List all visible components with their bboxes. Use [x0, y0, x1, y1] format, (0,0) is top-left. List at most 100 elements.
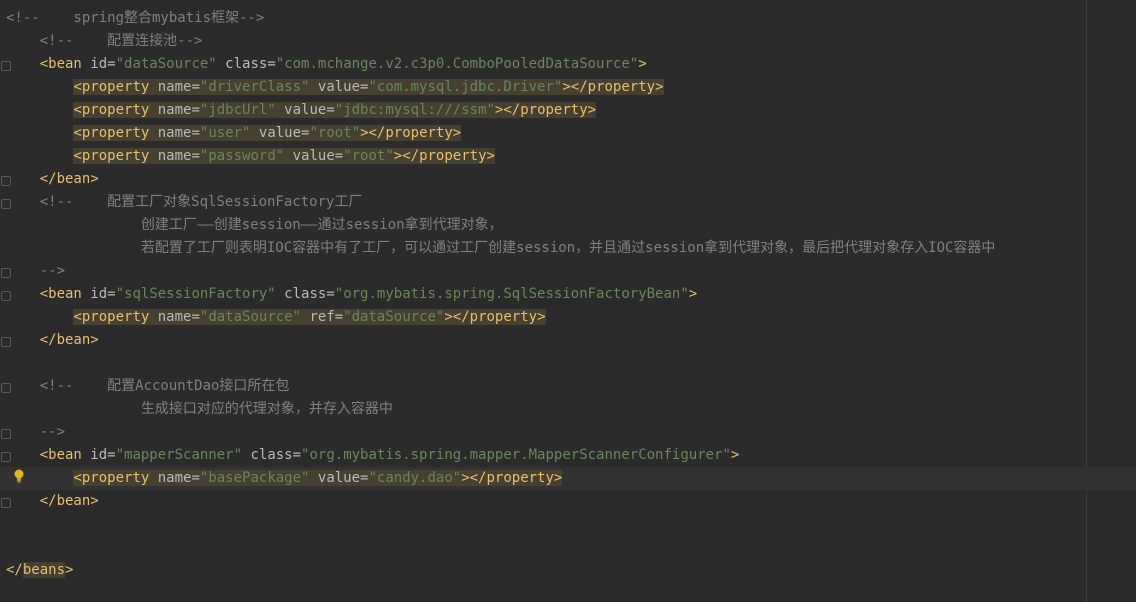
code-token: "jdbcUrl"	[199, 102, 276, 118]
code-token: 创建工厂——创建session——通过session拿到代理对象，	[6, 217, 503, 233]
code-line[interactable]: </bean>	[6, 490, 1136, 513]
code-token: name=	[157, 125, 200, 141]
code-token: class=	[216, 56, 276, 72]
code-token: "org.mybatis.spring.mapper.MapperScanner…	[301, 447, 731, 463]
code-line[interactable]: <bean id="dataSource" class="com.mchange…	[6, 53, 1136, 76]
code-token: name=	[157, 309, 200, 325]
code-line[interactable]: <property name="password" value="root"><…	[6, 145, 1136, 168]
code-token: "dataSource"	[343, 309, 445, 325]
code-line[interactable]: -->	[6, 260, 1136, 283]
code-line[interactable]: <!-- 配置连接池-->	[6, 30, 1136, 53]
code-token: name=	[157, 102, 200, 118]
code-token: "driverClass"	[199, 79, 310, 95]
code-token: <property	[73, 309, 158, 325]
code-token: "mapperScanner"	[115, 447, 243, 463]
code-token: <!-- 配置AccountDao接口所在包	[6, 378, 290, 394]
code-token: id=	[90, 286, 116, 302]
code-line[interactable]: 若配置了工厂则表明IOC容器中有了工厂，可以通过工厂创建session，并且通过…	[6, 237, 1136, 260]
code-token: -->	[6, 263, 66, 279]
code-token: -->	[6, 424, 66, 440]
code-token: value=	[309, 470, 369, 486]
code-token: <property	[73, 125, 158, 141]
code-token: name=	[157, 148, 200, 164]
code-token: ></property>	[393, 148, 495, 164]
code-line[interactable]: <!-- 配置AccountDao接口所在包	[6, 375, 1136, 398]
code-line[interactable]: 生成接口对应的代理对象，并存入容器中	[6, 398, 1136, 421]
code-area[interactable]: <!-- spring整合mybatis框架--> <!-- 配置连接池--> …	[0, 7, 1136, 582]
code-token: name=	[157, 470, 200, 486]
code-token: beans	[22, 562, 66, 578]
code-line[interactable]: <property name="dataSource" ref="dataSou…	[6, 306, 1136, 329]
code-token: name=	[157, 79, 200, 95]
code-token: "org.mybatis.spring.SqlSessionFactoryBea…	[334, 286, 689, 302]
code-line[interactable]: <!-- spring整合mybatis框架-->	[6, 7, 1136, 30]
code-token: ></property>	[494, 102, 597, 118]
code-line[interactable]: <property name="basePackage" value="cand…	[0, 467, 1136, 490]
code-token: >	[688, 286, 698, 302]
code-token: </bean>	[6, 171, 99, 187]
code-token: "dataSource"	[115, 56, 217, 72]
code-token: <!-- spring整合mybatis框架-->	[6, 10, 265, 26]
code-token: "com.mchange.v2.c3p0.ComboPooledDataSour…	[275, 56, 639, 72]
code-token: </	[6, 562, 23, 578]
code-line[interactable]: </bean>	[6, 168, 1136, 191]
code-token: >	[65, 562, 74, 578]
code-editor[interactable]: <!-- spring整合mybatis框架--> <!-- 配置连接池--> …	[0, 0, 1136, 602]
code-line[interactable]	[6, 536, 1136, 559]
code-token: "com.mysql.jdbc.Driver"	[368, 79, 563, 95]
code-token: "password"	[199, 148, 285, 164]
code-token: value=	[275, 102, 335, 118]
code-token: 生成接口对应的代理对象，并存入容器中	[6, 401, 393, 417]
code-token: </bean>	[6, 493, 99, 509]
code-token: <bean	[6, 56, 91, 72]
code-token: ></property>	[444, 309, 546, 325]
code-token: <property	[73, 470, 158, 486]
code-token: "jdbc:mysql:///ssm"	[334, 102, 495, 118]
code-token: <bean	[6, 447, 91, 463]
code-token: "user"	[199, 125, 251, 141]
code-token: <property	[73, 148, 158, 164]
code-line[interactable]: </bean>	[6, 329, 1136, 352]
code-line[interactable]: <property name="jdbcUrl" value="jdbc:mys…	[6, 99, 1136, 122]
code-line[interactable]: <bean id="sqlSessionFactory" class="org.…	[6, 283, 1136, 306]
code-token: <bean	[6, 286, 91, 302]
code-line[interactable]: <!-- 配置工厂对象SqlSessionFactory工厂	[6, 191, 1136, 214]
code-token: </bean>	[6, 332, 99, 348]
code-token: <!-- 配置连接池-->	[6, 33, 203, 49]
code-token: ref=	[301, 309, 344, 325]
code-token: id=	[90, 447, 116, 463]
code-line[interactable]: <bean id="mapperScanner" class="org.myba…	[6, 444, 1136, 467]
code-token: <property	[73, 102, 158, 118]
code-line[interactable]: 创建工厂——创建session——通过session拿到代理对象，	[6, 214, 1136, 237]
code-line[interactable]: <property name="user" value="root"></pro…	[6, 122, 1136, 145]
code-line[interactable]: </beans>	[6, 559, 1136, 582]
code-token: "basePackage"	[199, 470, 310, 486]
lightbulb-icon[interactable]	[14, 469, 24, 483]
code-line[interactable]: <property name="driverClass" value="com.…	[6, 76, 1136, 99]
code-line[interactable]	[6, 352, 1136, 375]
code-line[interactable]	[6, 513, 1136, 536]
code-token: >	[730, 447, 740, 463]
code-token: value=	[284, 148, 344, 164]
code-token: <!-- 配置工厂对象SqlSessionFactory工厂	[6, 194, 363, 210]
code-token: >	[638, 56, 647, 72]
code-token: value=	[250, 125, 310, 141]
code-token: "root"	[309, 125, 361, 141]
code-token: "sqlSessionFactory"	[115, 286, 276, 302]
code-token: "root"	[343, 148, 394, 164]
code-token: ></property>	[360, 125, 462, 141]
code-token: ></property>	[562, 79, 664, 95]
code-line[interactable]: -->	[6, 421, 1136, 444]
code-token: "candy.dao"	[368, 470, 462, 486]
code-token: 若配置了工厂则表明IOC容器中有了工厂，可以通过工厂创建session，并且通过…	[6, 240, 996, 256]
code-token: ></property>	[461, 470, 563, 486]
code-token: <property	[73, 79, 158, 95]
